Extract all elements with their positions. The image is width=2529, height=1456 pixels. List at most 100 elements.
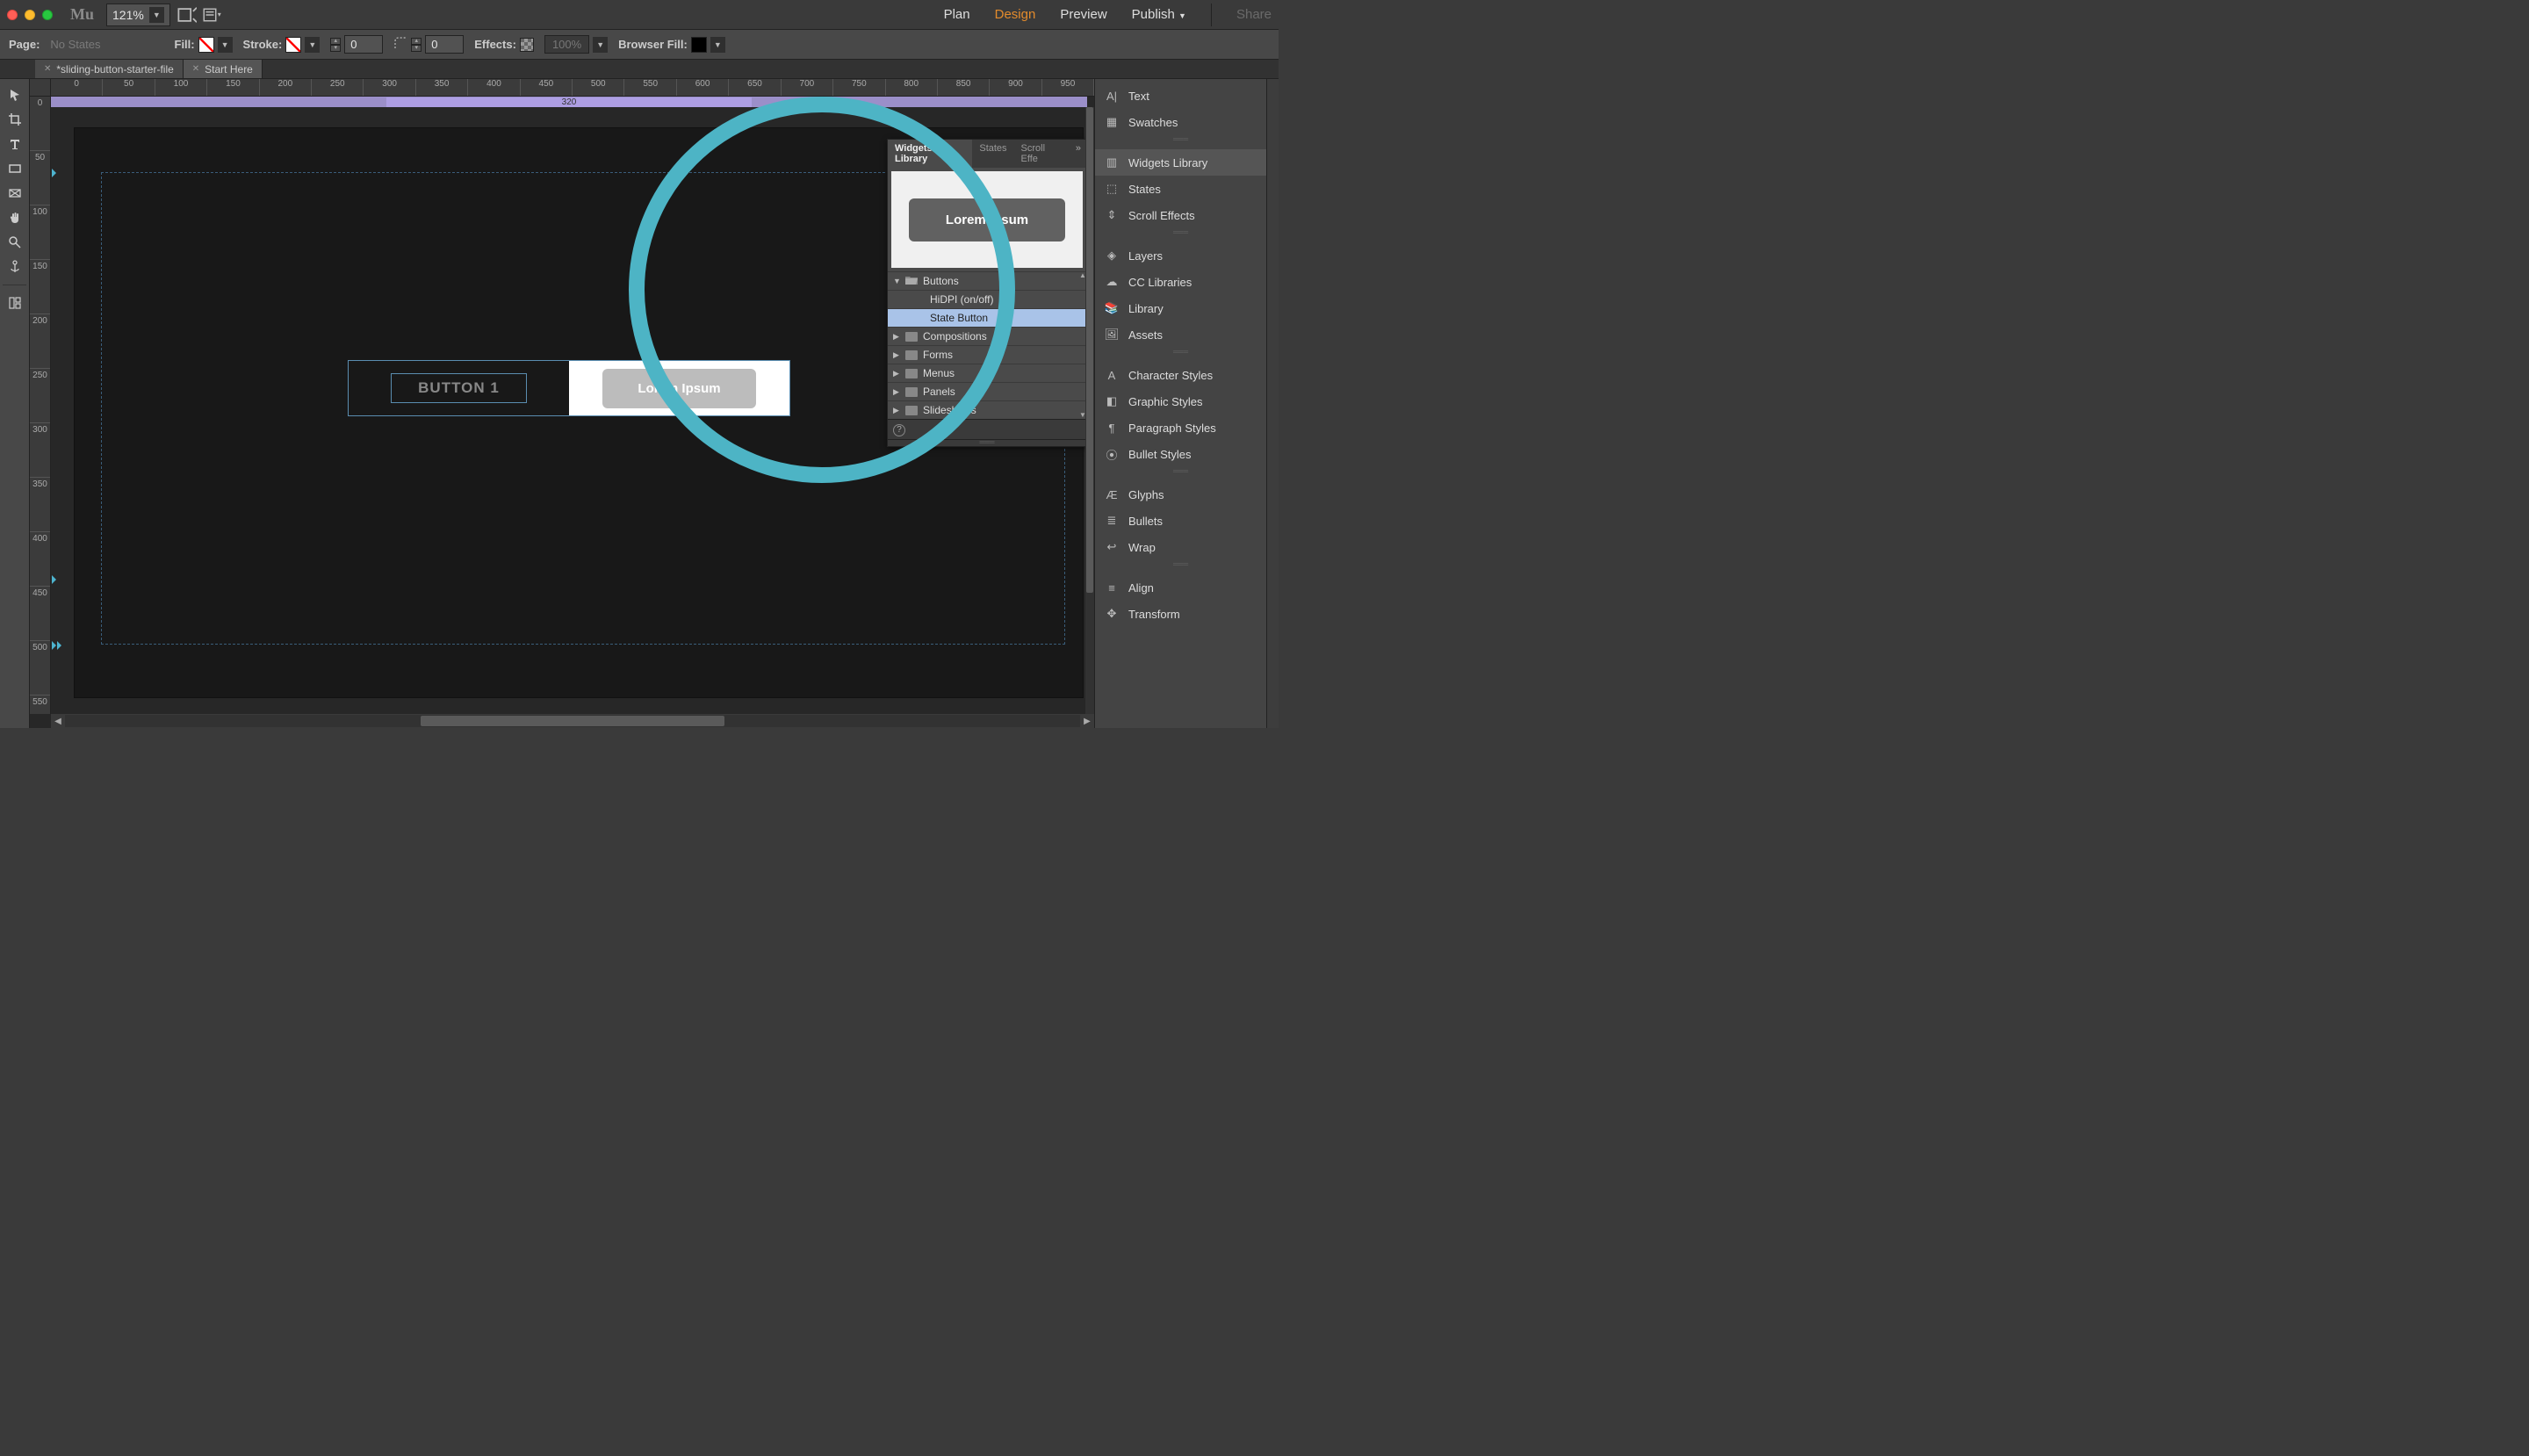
fill-control[interactable]: Fill: ▼ (175, 37, 233, 53)
nav-publish[interactable]: Publish ▼ (1132, 7, 1186, 22)
horizontal-ruler[interactable]: 0501001502002503003504004505005506006507… (51, 79, 1094, 97)
rectangle-tool[interactable] (4, 158, 25, 179)
effects-control[interactable]: Effects: (474, 38, 534, 52)
nav-preview[interactable]: Preview (1060, 7, 1106, 22)
widgets-library-panel[interactable]: Widgets Library States Scroll Effe » Lor… (887, 139, 1087, 447)
close-icon[interactable]: ✕ (44, 64, 51, 74)
dock-item-widgets-library[interactable]: ▥Widgets Library (1095, 149, 1266, 176)
stroke-width-control[interactable]: ▴▾ 0 (330, 35, 383, 54)
widget-item-state-button[interactable]: State Button (888, 308, 1086, 327)
document-tab[interactable]: ✕ Start Here (184, 60, 263, 78)
dock-item-library[interactable]: 📚Library (1095, 295, 1266, 321)
canvas-horizontal-scrollbar[interactable]: ◀ ▶ (51, 714, 1094, 728)
zoom-window-button[interactable] (42, 10, 53, 20)
text-tool[interactable] (4, 133, 25, 155)
dock-item-assets[interactable]: 🖼Assets (1095, 321, 1266, 348)
close-window-button[interactable] (7, 10, 18, 20)
widget-folder-menus[interactable]: ▶ Menus (888, 364, 1086, 382)
document-icon[interactable]: ▾ (202, 5, 221, 25)
scroll-right-icon[interactable]: ▶ (1080, 717, 1094, 726)
canvas-widget-dropzone[interactable]: Lorem Ipsum (569, 361, 789, 415)
close-icon[interactable]: ✕ (192, 64, 199, 74)
widget-item-hidpi[interactable]: HiDPI (on/off) (888, 290, 1086, 308)
stroke-width-value[interactable]: 0 (344, 35, 383, 54)
scrollbar-track[interactable] (65, 715, 1080, 727)
widgets-tab-scroll[interactable]: Scroll Effe (1014, 140, 1070, 168)
dock-item-label: Widgets Library (1128, 156, 1207, 169)
frame-tool[interactable] (4, 183, 25, 204)
widget-folder-slideshows[interactable]: ▶ Slideshows (888, 400, 1086, 419)
nav-design[interactable]: Design (995, 7, 1036, 22)
selection-tool[interactable] (4, 84, 25, 105)
dock-item-glyphs[interactable]: ÆGlyphs (1095, 481, 1266, 508)
canvas-vertical-scrollbar[interactable] (1085, 107, 1094, 714)
fill-swatch-none-icon[interactable] (198, 37, 214, 53)
dock-item-bullet-styles[interactable]: ⦿Bullet Styles (1095, 441, 1266, 467)
spinner-icon[interactable]: ▴▾ (330, 38, 341, 52)
dock-expand-strip[interactable] (1266, 79, 1279, 728)
widget-folder-compositions[interactable]: ▶ Compositions (888, 327, 1086, 345)
guide-marker-icon[interactable] (52, 169, 61, 177)
help-icon[interactable]: ? (893, 424, 905, 436)
ruler-origin[interactable] (30, 79, 51, 97)
dock-item-transform[interactable]: ✥Transform (1095, 601, 1266, 627)
browser-fill-swatch-icon[interactable] (691, 37, 707, 53)
panel-resize-grip[interactable]: ═══ (888, 439, 1086, 446)
dock-item-character-styles[interactable]: ACharacter Styles (1095, 362, 1266, 388)
spinner-icon[interactable]: ▴▾ (411, 38, 422, 52)
dock-item-label: Bullet Styles (1128, 448, 1192, 461)
dock-item-bullets[interactable]: ≣Bullets (1095, 508, 1266, 534)
dock-item-graphic-styles[interactable]: ◧Graphic Styles (1095, 388, 1266, 414)
guide-marker-icon[interactable] (52, 641, 61, 650)
fill-label: Fill: (175, 38, 195, 51)
crop-tool[interactable] (4, 109, 25, 130)
scroll-left-icon[interactable]: ◀ (51, 717, 65, 726)
dock-item-scroll-effects[interactable]: ⇕Scroll Effects (1095, 202, 1266, 228)
state-button-widget[interactable]: Lorem Ipsum (602, 369, 755, 408)
dock-item-swatches[interactable]: ▦Swatches (1095, 109, 1266, 135)
opacity-control[interactable]: 100% ▼ (544, 35, 608, 54)
widget-folder-forms[interactable]: ▶ Forms (888, 345, 1086, 364)
canvas-area[interactable]: 0501001502002503003504004505005506006507… (30, 79, 1094, 728)
scrollbar-thumb[interactable] (421, 716, 725, 726)
corner-radius-control[interactable]: ▴▾ 0 (393, 35, 464, 54)
hand-tool[interactable] (4, 207, 25, 228)
dock-item-cc-libraries[interactable]: ☁CC Libraries (1095, 269, 1266, 295)
canvas-selection-frame[interactable]: BUTTON 1 Lorem Ipsum (348, 360, 790, 416)
dock-item-states[interactable]: ⬚States (1095, 176, 1266, 202)
document-tab[interactable]: ✕ *sliding-button-starter-file (35, 60, 184, 78)
dock-item-paragraph-styles[interactable]: ¶Paragraph Styles (1095, 414, 1266, 441)
dock-item-align[interactable]: ≡Align (1095, 574, 1266, 601)
anchor-tool[interactable] (4, 256, 25, 278)
nav-share[interactable]: Share (1236, 7, 1272, 22)
minimize-window-button[interactable] (25, 10, 35, 20)
effects-swatch-icon[interactable] (520, 38, 534, 52)
dock-item-wrap[interactable]: ↩Wrap (1095, 534, 1266, 560)
scrollbar-thumb[interactable] (1086, 107, 1093, 593)
browser-fill-control[interactable]: Browser Fill: ▼ (618, 37, 725, 53)
widgets-tab-states[interactable]: States (972, 140, 1013, 168)
breakpoint-band[interactable]: 320 (51, 97, 1087, 107)
layout-tool[interactable] (4, 292, 25, 314)
widget-folder-buttons[interactable]: ▼ Buttons (888, 271, 1086, 290)
zoom-tool[interactable] (4, 232, 25, 253)
dock-item-layers[interactable]: ◈Layers (1095, 242, 1266, 269)
collapse-panel-icon[interactable]: » (1070, 140, 1086, 168)
dock-item-text[interactable]: A|Text (1095, 83, 1266, 109)
stroke-swatch-none-icon[interactable] (285, 37, 301, 53)
canvas-button-text-frame[interactable]: BUTTON 1 (349, 361, 569, 415)
page-state-value[interactable]: No States (50, 38, 100, 51)
opacity-value[interactable]: 100% (544, 35, 589, 54)
view-icon[interactable] (177, 5, 197, 25)
corner-value[interactable]: 0 (425, 35, 464, 54)
stroke-control[interactable]: Stroke: ▼ (243, 37, 321, 53)
ruler-tick: 900 (990, 79, 1041, 96)
zoom-level-dropdown[interactable]: 121% ▼ (106, 4, 170, 26)
guide-marker-icon[interactable] (52, 575, 61, 584)
widgets-tab-library[interactable]: Widgets Library (888, 140, 972, 168)
dock-item-label: Bullets (1128, 515, 1163, 528)
widget-folder-panels[interactable]: ▶ Panels (888, 382, 1086, 400)
nav-plan[interactable]: Plan (944, 7, 970, 22)
button-1-label[interactable]: BUTTON 1 (391, 373, 527, 403)
vertical-ruler[interactable]: 050100150200250300350400450500550 (30, 97, 51, 714)
